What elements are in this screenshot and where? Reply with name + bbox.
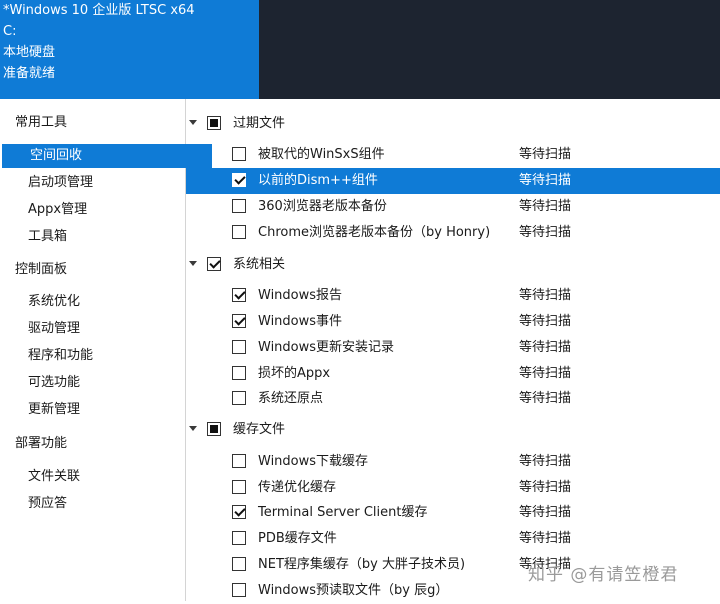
item-label: PDB缓存文件 — [258, 531, 337, 546]
status-text: 准备就绪 — [3, 66, 56, 81]
checkbox-partial[interactable] — [207, 422, 221, 436]
checkbox-checked[interactable] — [207, 257, 221, 271]
tree-group-system[interactable]: 系统相关 — [186, 252, 720, 278]
item-status: 等待扫描 — [519, 288, 572, 303]
sidebar-group-control-panel[interactable]: 控制面板 — [0, 258, 199, 282]
group-label: 缓存文件 — [233, 422, 286, 437]
tree-item[interactable]: Windows下载缓存 等待扫描 — [186, 449, 720, 475]
watermark: 知乎 @有请笠橙君 — [528, 565, 679, 585]
item-label: 系统还原点 — [258, 391, 324, 406]
item-label: Terminal Server Client缓存 — [258, 505, 428, 520]
checkbox[interactable] — [232, 531, 246, 545]
item-label: NET程序集缓存（by 大胖子技术员) — [258, 557, 466, 572]
checkbox[interactable] — [232, 199, 246, 213]
sidebar-item-startup[interactable]: 启动项管理 — [0, 171, 212, 195]
item-status: 等待扫描 — [519, 391, 572, 406]
item-status: 等待扫描 — [519, 147, 572, 162]
checkbox[interactable] — [232, 454, 246, 468]
item-status: 等待扫描 — [519, 173, 572, 188]
sidebar-item-toolbox[interactable]: 工具箱 — [0, 225, 212, 249]
sidebar: 常用工具 空间回收 启动项管理 Appx管理 工具箱 控制面板 系统优化 驱动管… — [0, 99, 212, 601]
sidebar-item-space-recovery[interactable]: 空间回收 — [2, 144, 212, 168]
checkbox-partial[interactable] — [207, 116, 221, 130]
sidebar-item-drivers[interactable]: 驱动管理 — [0, 317, 212, 341]
checkbox-checked[interactable] — [232, 173, 246, 187]
tree-item[interactable]: 损坏的Appx 等待扫描 — [186, 361, 720, 387]
group-label: 过期文件 — [233, 116, 286, 131]
checkbox-checked[interactable] — [232, 288, 246, 302]
checkbox[interactable] — [232, 340, 246, 354]
drive-type: 本地硬盘 — [3, 45, 56, 60]
group-label: 系统相关 — [233, 257, 286, 272]
tree-item[interactable]: 360浏览器老版本备份 等待扫描 — [186, 194, 720, 220]
sidebar-group-common-tools[interactable]: 常用工具 — [0, 111, 199, 135]
item-label: Windows报告 — [258, 288, 343, 303]
item-status: 等待扫描 — [519, 505, 572, 520]
item-label: Chrome浏览器老版本备份（by Honry) — [258, 225, 491, 240]
chevron-down-icon[interactable] — [189, 261, 197, 266]
item-label: 被取代的WinSxS组件 — [258, 147, 385, 162]
tree-group-cache-files[interactable]: 缓存文件 — [186, 417, 720, 443]
checkbox[interactable] — [232, 480, 246, 494]
item-label: 损坏的Appx — [258, 366, 331, 381]
sidebar-group-deploy[interactable]: 部署功能 — [0, 432, 199, 456]
checkbox[interactable] — [232, 147, 246, 161]
item-label: 以前的Dism++组件 — [258, 173, 378, 188]
drive-letter: C: — [3, 24, 17, 39]
sidebar-item-system-optimize[interactable]: 系统优化 — [0, 290, 212, 314]
item-status: 等待扫描 — [519, 314, 572, 329]
status-header: *Windows 10 企业版 LTSC x64 C: 本地硬盘 准备就绪 — [0, 0, 259, 99]
checkbox-checked[interactable] — [232, 314, 246, 328]
cleanup-tree: 过期文件 被取代的WinSxS组件 等待扫描 以前的Dism++组件 等待扫描 … — [186, 99, 720, 601]
sidebar-item-file-assoc[interactable]: 文件关联 — [0, 465, 212, 489]
tree-item[interactable]: Windows事件 等待扫描 — [186, 309, 720, 335]
item-label: Windows事件 — [258, 314, 343, 329]
checkbox[interactable] — [232, 557, 246, 571]
tree-item[interactable]: Chrome浏览器老版本备份（by Honry) 等待扫描 — [186, 220, 720, 246]
item-status: 等待扫描 — [519, 480, 572, 495]
sidebar-item-appx[interactable]: Appx管理 — [0, 198, 212, 222]
tree-item[interactable]: Terminal Server Client缓存 等待扫描 — [186, 500, 720, 526]
system-title: *Windows 10 企业版 LTSC x64 — [3, 3, 195, 18]
tree-group-expired-files[interactable]: 过期文件 — [186, 111, 720, 137]
item-status: 等待扫描 — [519, 366, 572, 381]
sidebar-item-answer-file[interactable]: 预应答 — [0, 492, 212, 516]
tree-item-selected[interactable]: 以前的Dism++组件 等待扫描 — [186, 168, 720, 194]
tree-item[interactable]: Windows更新安装记录 等待扫描 — [186, 335, 720, 361]
item-status: 等待扫描 — [519, 225, 572, 240]
sidebar-item-updates[interactable]: 更新管理 — [0, 398, 212, 422]
item-label: Windows下载缓存 — [258, 454, 369, 469]
tree-item[interactable]: 被取代的WinSxS组件 等待扫描 — [186, 142, 720, 168]
tree-item[interactable]: 系统还原点 等待扫描 — [186, 386, 720, 412]
item-label: 传递优化缓存 — [258, 480, 337, 495]
sidebar-item-programs[interactable]: 程序和功能 — [0, 344, 212, 368]
tree-item[interactable]: PDB缓存文件 等待扫描 — [186, 526, 720, 552]
checkbox[interactable] — [232, 391, 246, 405]
chevron-down-icon[interactable] — [189, 426, 197, 431]
chevron-down-icon[interactable] — [189, 120, 197, 125]
item-status: 等待扫描 — [519, 199, 572, 214]
checkbox[interactable] — [232, 583, 246, 597]
item-label: 360浏览器老版本备份 — [258, 199, 387, 214]
checkbox[interactable] — [232, 225, 246, 239]
item-status: 等待扫描 — [519, 340, 572, 355]
tree-item[interactable]: 传递优化缓存 等待扫描 — [186, 475, 720, 501]
checkbox-checked[interactable] — [232, 505, 246, 519]
item-label: Windows预读取文件（by 辰g） — [258, 583, 449, 598]
item-status: 等待扫描 — [519, 454, 572, 469]
tree-item[interactable]: Windows报告 等待扫描 — [186, 283, 720, 309]
item-status: 等待扫描 — [519, 531, 572, 546]
item-label: Windows更新安装记录 — [258, 340, 395, 355]
header-panel-dark — [259, 0, 720, 99]
sidebar-item-optional-features[interactable]: 可选功能 — [0, 371, 212, 395]
checkbox[interactable] — [232, 366, 246, 380]
